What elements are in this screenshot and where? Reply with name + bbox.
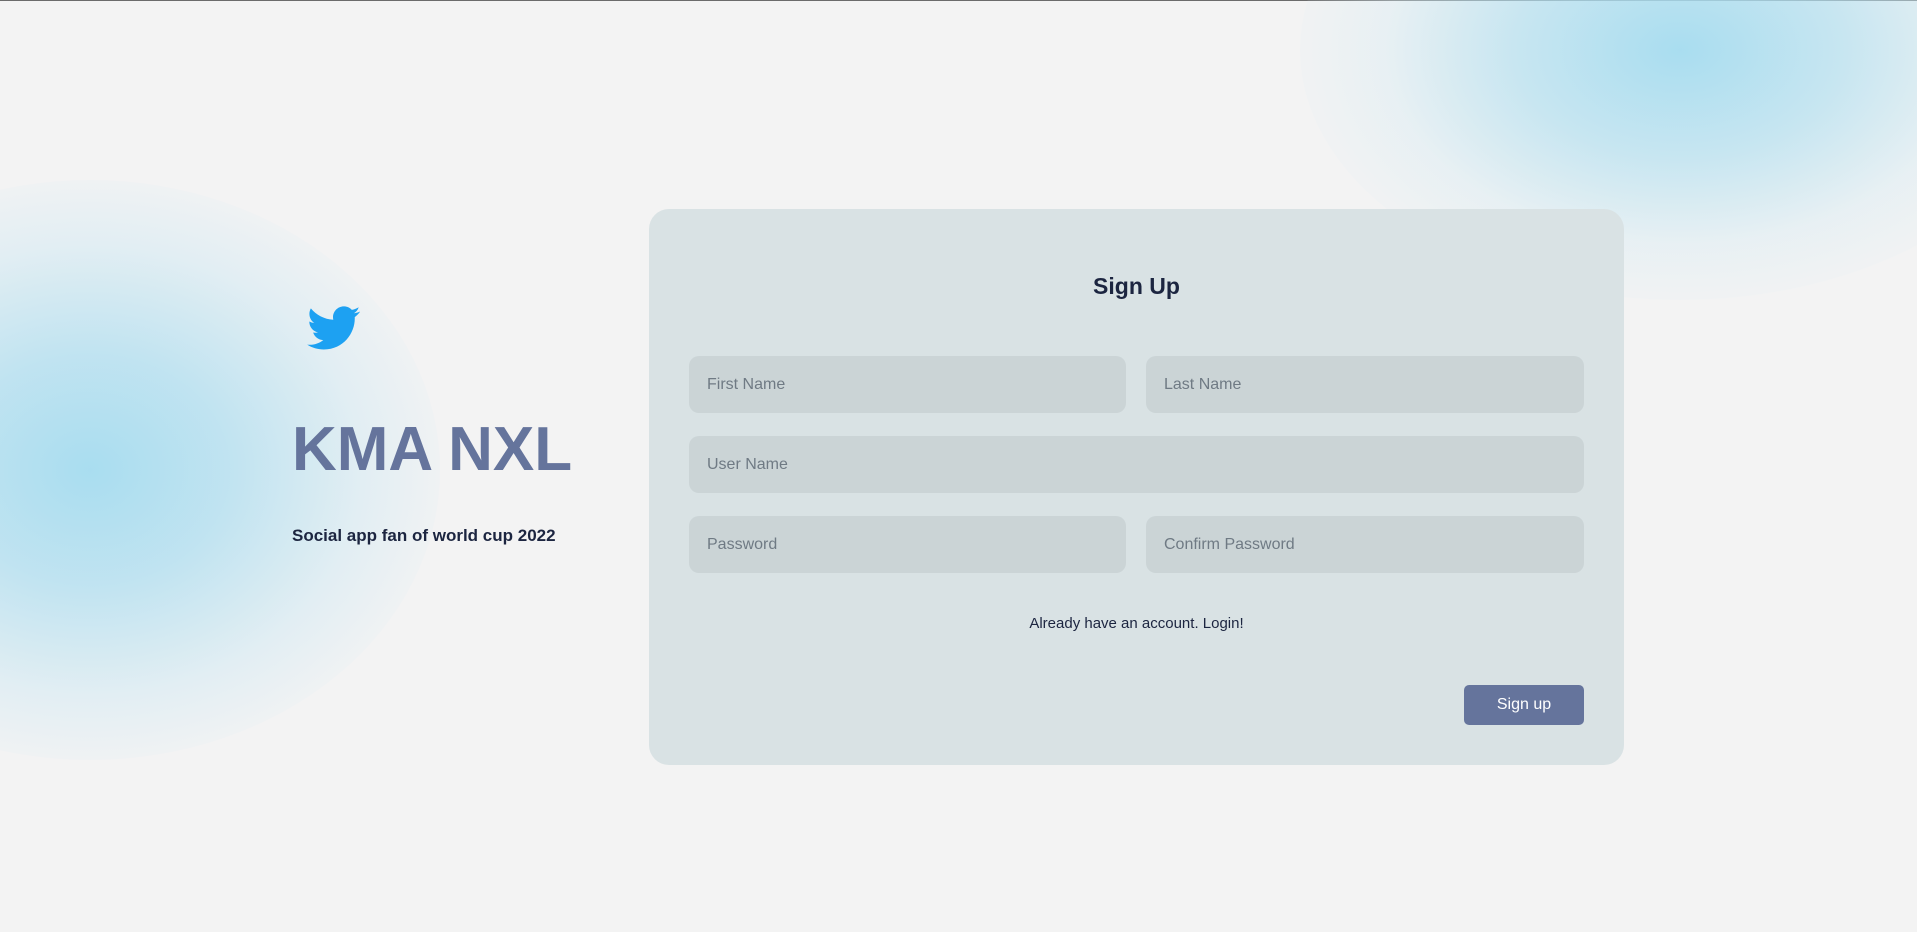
confirm-password-input[interactable] [1146,516,1584,573]
signup-button[interactable]: Sign up [1464,685,1584,725]
password-input[interactable] [689,516,1126,573]
signup-page: KMA NXL Social app fan of world cup 2022… [0,0,1917,932]
brand-title: KMA NXL [292,415,573,484]
user-name-input[interactable] [689,436,1584,493]
twitter-bird-icon [307,306,361,350]
brand-tagline: Social app fan of world cup 2022 [292,526,556,545]
last-name-input[interactable] [1146,356,1584,413]
first-name-input[interactable] [689,356,1126,413]
form-title: Sign Up [1093,273,1180,299]
signup-card: Sign Up Already have an account. Login! … [649,209,1624,765]
top-border [0,0,1917,1]
login-link[interactable]: Already have an account. Login! [649,615,1624,632]
